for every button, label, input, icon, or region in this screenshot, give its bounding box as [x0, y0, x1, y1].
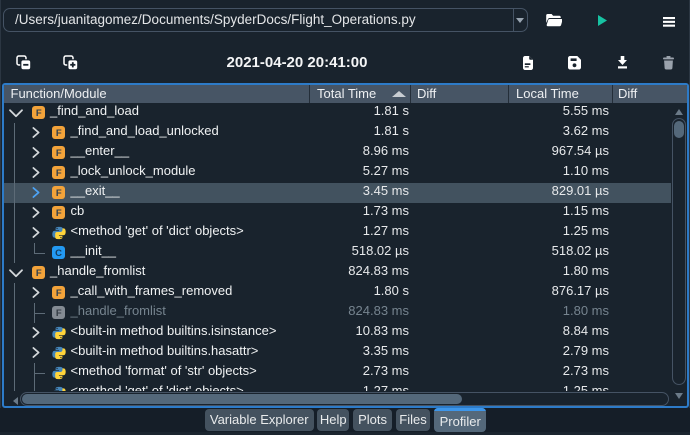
svg-text:F: F: [56, 288, 62, 299]
svg-text:F: F: [35, 268, 41, 279]
svg-text:F: F: [56, 148, 62, 159]
svg-text:F: F: [56, 168, 62, 179]
svg-text:F: F: [56, 188, 62, 199]
svg-text:F: F: [35, 108, 41, 119]
svg-text:F: F: [56, 208, 62, 219]
svg-text:C: C: [55, 248, 62, 259]
svg-text:F: F: [56, 128, 62, 139]
svg-text:F: F: [56, 308, 62, 319]
